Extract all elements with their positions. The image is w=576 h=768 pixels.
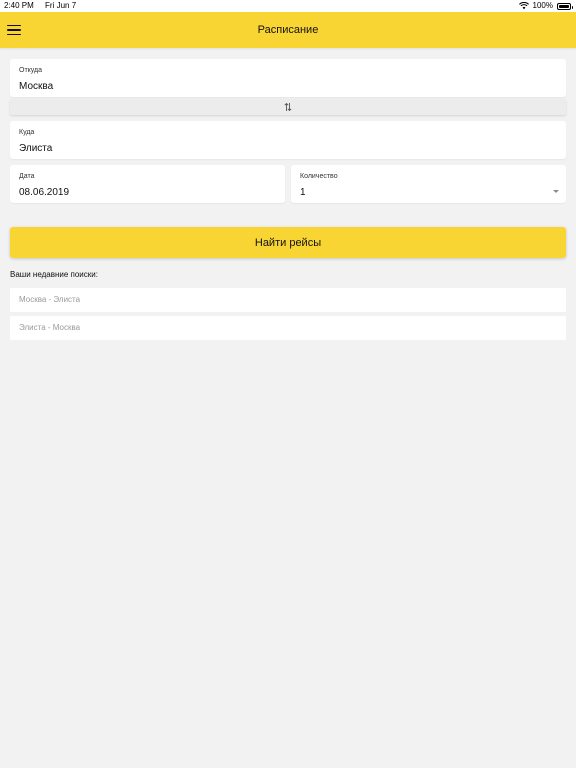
- swap-arrows-icon: [284, 102, 292, 112]
- status-left: 2:40 PM Fri Jun 7: [4, 0, 76, 12]
- count-select[interactable]: Количество 1: [291, 165, 566, 203]
- status-right: 100%: [518, 0, 573, 12]
- recent-search-item[interactable]: Элиста - Москва: [10, 316, 566, 340]
- status-time: 2:40 PM: [4, 1, 34, 10]
- from-field[interactable]: Откуда Москва: [10, 59, 566, 97]
- wifi-icon: [518, 2, 529, 10]
- from-value[interactable]: Москва: [19, 81, 53, 92]
- status-bar: 2:40 PM Fri Jun 7 100%: [0, 0, 576, 12]
- date-field[interactable]: Дата 08.06.2019: [10, 165, 285, 203]
- swap-button[interactable]: [10, 99, 566, 115]
- chevron-down-icon[interactable]: [553, 190, 559, 193]
- status-date: Fri Jun 7: [45, 1, 77, 10]
- from-label: Откуда: [19, 67, 43, 74]
- date-value[interactable]: 08.06.2019: [19, 187, 69, 198]
- date-label: Дата: [19, 173, 35, 180]
- search-flights-button[interactable]: Найти рейсы: [10, 227, 566, 258]
- battery-percent: 100%: [532, 1, 553, 10]
- to-field[interactable]: Куда Элиста: [10, 121, 566, 159]
- battery-icon: [557, 2, 573, 10]
- count-value[interactable]: 1: [300, 187, 306, 198]
- page-title: Расписание: [257, 24, 319, 36]
- to-value[interactable]: Элиста: [19, 143, 52, 154]
- app-header: Расписание: [0, 12, 576, 48]
- recent-search-label: Москва - Элиста: [19, 295, 81, 304]
- recent-searches-title: Ваши недавние поиски:: [10, 270, 98, 279]
- count-label: Количество: [300, 173, 338, 180]
- recent-search-label: Элиста - Москва: [19, 323, 81, 332]
- to-label: Куда: [19, 129, 35, 136]
- recent-search-item[interactable]: Москва - Элиста: [10, 288, 566, 312]
